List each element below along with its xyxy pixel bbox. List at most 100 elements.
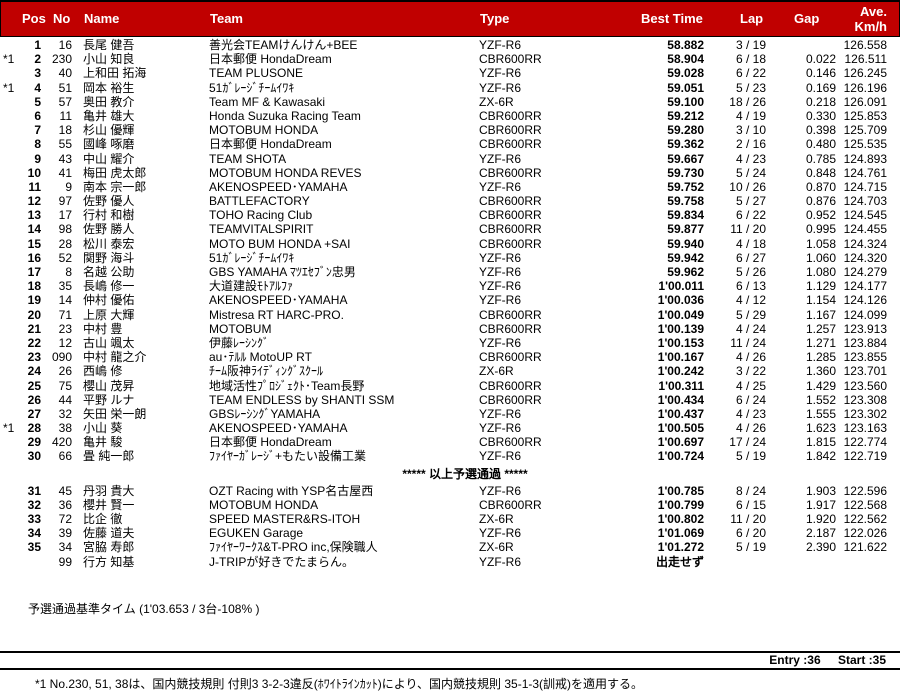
row-team: MOTOBUM HONDA xyxy=(209,123,319,138)
table-row: 20 71 上原 大輝 Mistresa RT HARC-PRO. CBR600RR 1'… xyxy=(0,308,900,322)
row-best-time: 1'00.311 xyxy=(658,378,704,393)
row-rider-name: 仲村 優佑 xyxy=(83,293,135,308)
row-team: 善光会TEAMけんけん+BEE xyxy=(209,38,358,52)
row-average-speed: 124.893 xyxy=(843,151,887,166)
row-rider-name: 岡本 裕生 xyxy=(83,80,135,95)
row-pos: 4 xyxy=(34,80,41,95)
row-rider-name: 矢田 栄一朗 xyxy=(83,406,147,421)
table-header: Pos No Name Team Type Best Time Lap Gap … xyxy=(0,0,900,37)
table-row: 12 97 佐野 優人 BATTLEFACTORY CBR600RR 59.758 5 / … xyxy=(0,194,900,208)
row-gap: 0.169 xyxy=(805,80,836,95)
table-row: 99 行方 知基 J-TRIPが好きでたまらん。 YZF-R6 出走せず xyxy=(0,555,900,569)
row-gap: 1.815 xyxy=(805,435,836,450)
row-machine-type: CBR600RR xyxy=(479,321,542,336)
row-lap: 5 / 19 xyxy=(735,449,766,464)
row-pos: 16 xyxy=(27,250,41,265)
header-ave: Ave. Km/h xyxy=(841,4,888,34)
row-average-speed: 122.774 xyxy=(843,435,887,450)
row-best-time: 1'00.139 xyxy=(657,321,704,336)
table-row: 1 16 長尾 健吾 善光会TEAMけんけん+BEE YZF-R6 58.882 3 / 1… xyxy=(0,38,900,52)
row-gap: 1.842 xyxy=(805,449,836,464)
row-team: 伊藤ﾚｰｼﾝｸﾞ xyxy=(209,335,270,350)
row-best-time: 1'00.697 xyxy=(657,435,704,450)
row-best-time: 1'00.799 xyxy=(657,497,704,512)
row-gap: 1.129 xyxy=(805,279,836,294)
row-best-time: 1'00.049 xyxy=(657,307,704,322)
table-row: 15 28 松川 泰宏 MOTO BUM HONDA +SAI CBR600RR 59.9… xyxy=(0,237,900,251)
row-best-time: 1'00.785 xyxy=(657,483,704,498)
row-number: 97 xyxy=(58,194,72,209)
row-best-time: 59.667 xyxy=(667,151,704,166)
row-number: 98 xyxy=(58,222,72,237)
header-no: No xyxy=(53,11,71,26)
row-team: GBS YAMAHA ﾏﾂｴｾﾌﾞﾝ忠男 xyxy=(209,265,356,279)
row-lap: 4 / 24 xyxy=(735,321,766,336)
row-pos: 8 xyxy=(34,137,41,152)
row-average-speed: 124.279 xyxy=(843,265,887,279)
row-pos: 31 xyxy=(27,483,41,498)
row-pos: 11 xyxy=(28,179,41,194)
row-pos: 12 xyxy=(27,194,41,209)
row-lap: 3 / 22 xyxy=(735,364,766,379)
row-rider-name: 櫻井 賢一 xyxy=(83,497,135,512)
row-machine-type: CBR600RR xyxy=(479,378,542,393)
row-rider-name: 名越 公助 xyxy=(83,265,135,279)
row-pos: 28 xyxy=(27,421,41,436)
row-pos: 32 xyxy=(27,497,41,512)
row-average-speed: 126.558 xyxy=(843,38,887,52)
row-best-time: 1'00.505 xyxy=(657,421,704,436)
row-average-speed: 126.245 xyxy=(843,66,887,81)
row-rider-name: 亀井 雄大 xyxy=(83,108,135,123)
row-number: 26 xyxy=(58,364,72,379)
row-team: TEAM PLUSONE xyxy=(209,66,304,81)
row-lap: 5 / 29 xyxy=(735,307,766,322)
row-machine-type: ZX-6R xyxy=(479,512,514,526)
row-best-time: 59.834 xyxy=(667,208,704,223)
row-gap: 0.330 xyxy=(805,108,836,123)
table-row: 14 98 佐野 勝人 TEAMVITALSPIRIT CBR600RR 59.877 11… xyxy=(0,222,900,236)
row-machine-type: YZF-R6 xyxy=(479,151,521,166)
row-rider-name: 上和田 拓海 xyxy=(83,66,147,81)
row-gap: 1.154 xyxy=(805,293,836,308)
row-rider-name: 宮脇 寿郎 xyxy=(83,540,135,555)
table-row: 29 420 亀井 駿 日本郵便 HondaDream CBR600RR 1'00.697… xyxy=(0,435,900,449)
row-gap: 1.917 xyxy=(805,497,836,512)
row-pos: 20 xyxy=(27,307,41,322)
row-best-time: 59.962 xyxy=(667,265,704,279)
row-rider-name: 櫻山 茂昇 xyxy=(83,378,135,393)
row-rider-name: 関野 海斗 xyxy=(83,250,135,265)
row-gap: 1.060 xyxy=(805,250,836,265)
row-machine-type: CBR600RR xyxy=(479,392,542,407)
row-average-speed: 126.511 xyxy=(844,52,888,67)
row-pos: 34 xyxy=(27,526,41,541)
header-lap: Lap xyxy=(740,11,764,26)
row-average-speed: 125.853 xyxy=(843,108,887,123)
row-gap: 1.903 xyxy=(805,483,836,498)
row-best-time: 1'00.036 xyxy=(657,293,704,308)
row-machine-type: YZF-R6 xyxy=(479,483,521,498)
row-rider-name: 奥田 教介 xyxy=(83,94,135,109)
header-pos: Pos xyxy=(22,11,46,26)
row-lap: 11 / 20 xyxy=(730,222,766,237)
row-best-time: 1'00.434 xyxy=(657,392,704,407)
row-team: MOTOBUM HONDA REVES xyxy=(209,165,362,180)
row-lap: 4 / 25 xyxy=(735,378,766,393)
row-machine-type: CBR600RR xyxy=(479,497,542,512)
row-gap: 0.480 xyxy=(805,137,836,152)
table-row: 35 34 宮脇 寿郎 ﾌｧｲﾔｰﾜｰｸｽ&T-PRO inc,保険職人 ZX-6R 1'… xyxy=(0,540,900,554)
row-best-time: 59.877 xyxy=(667,222,704,237)
table-row: 16 52 関野 海斗 51ｶﾞﾚｰｼﾞﾁｰﾑｲﾜｷ YZF-R6 59.942 6 / 2… xyxy=(0,251,900,265)
row-best-time: 59.280 xyxy=(667,123,704,138)
table-row: 8 55 國峰 啄磨 日本郵便 HondaDream CBR600RR 59.362 2 /… xyxy=(0,137,900,151)
row-pos: 25 xyxy=(27,378,41,393)
row-team: AKENOSPEED･YAMAHA xyxy=(209,421,348,436)
row-best-time: 1'00.437 xyxy=(657,406,704,421)
row-average-speed: 123.163 xyxy=(843,421,887,436)
row-best-time: 59.028 xyxy=(667,66,704,81)
table-row: 5 57 奥田 教介 Team MF & Kawasaki ZX-6R 59.100 18 … xyxy=(0,95,900,109)
entry-count: Entry :36 xyxy=(769,653,821,667)
row-gap: 1.257 xyxy=(805,321,836,336)
row-team: MOTOBUM xyxy=(209,321,272,336)
row-machine-type: CBR600RR xyxy=(479,350,542,365)
row-rider-name: 長尾 健吾 xyxy=(83,38,135,52)
